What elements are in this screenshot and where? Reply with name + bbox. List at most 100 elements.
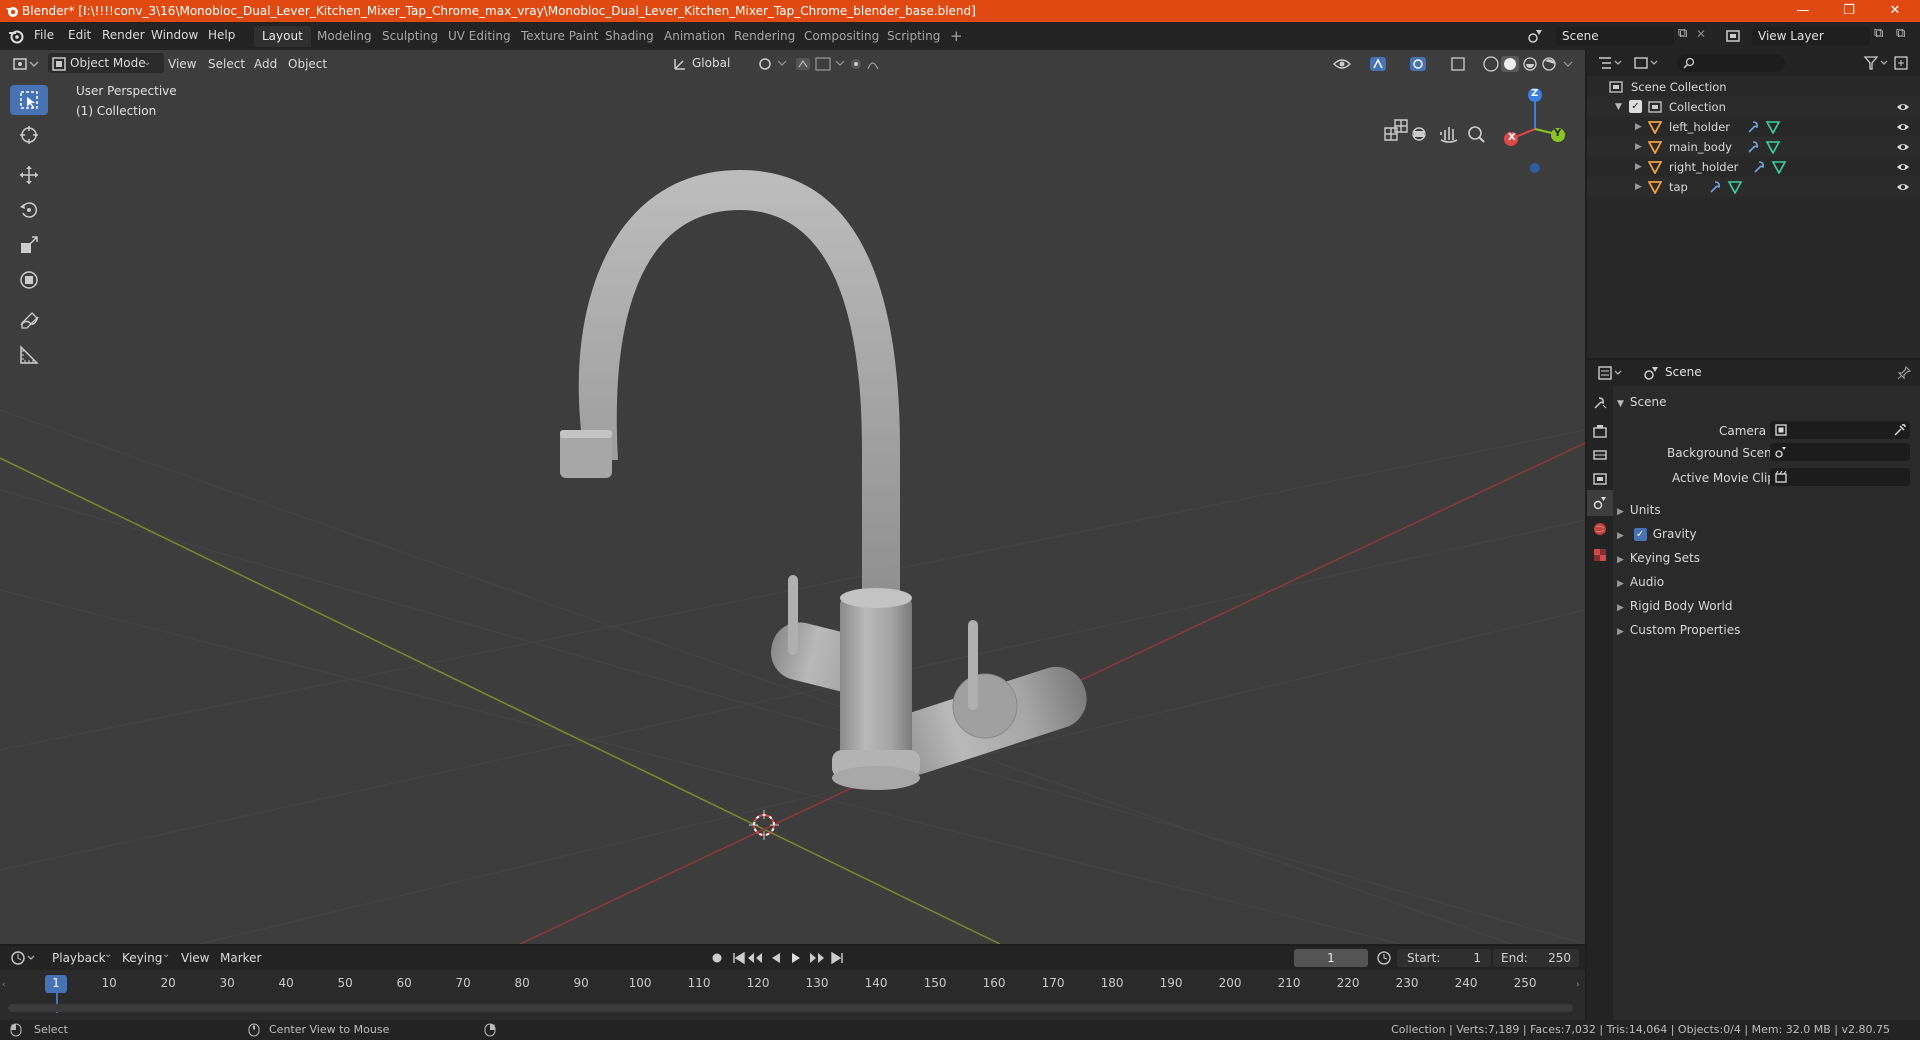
view-layer-icon[interactable] (1725, 27, 1743, 45)
menu-playback[interactable]: Playback (52, 948, 106, 968)
expand-arrow-icon[interactable]: ▶ (1635, 117, 1642, 137)
tool-tab-icon[interactable] (1593, 396, 1607, 410)
scene-name-field[interactable]: Scene (1556, 27, 1674, 45)
close-button[interactable]: ✕ (1872, 0, 1918, 22)
tab-rendering[interactable]: Rendering (726, 26, 803, 47)
navigation-buttons[interactable] (1379, 122, 1499, 146)
modifier-mesh-icons[interactable] (1747, 140, 1783, 154)
minimize-button[interactable]: — (1780, 0, 1826, 22)
tap-model[interactable] (560, 170, 1094, 790)
world-tab-icon[interactable] (1593, 522, 1607, 536)
display-mode-icon[interactable] (1633, 55, 1661, 71)
new-view-layer-icon[interactable]: ⧉ (1874, 26, 1883, 41)
output-tab-icon[interactable] (1593, 448, 1607, 462)
timeline-editor-icon[interactable] (10, 950, 38, 966)
select-box-tool[interactable] (10, 85, 48, 115)
remove-view-layer-icon[interactable]: ⧉ (1896, 26, 1905, 41)
audio-panel[interactable]: ▶ Audio (1617, 570, 1917, 594)
collapse-arrow-icon[interactable]: ▼ (1615, 97, 1622, 117)
outliner-object-main-body[interactable]: ▶ main_body (1587, 137, 1920, 157)
restore-button[interactable]: ❐ (1826, 0, 1872, 22)
tab-compositing[interactable]: Compositing (796, 26, 887, 47)
scene-selector-icon[interactable] (1527, 27, 1545, 45)
measure-tool[interactable] (10, 340, 48, 370)
menu-object[interactable]: Object (288, 54, 327, 74)
3d-cursor-icon[interactable] (749, 810, 779, 840)
menu-view[interactable]: View (168, 54, 196, 74)
scene-tab[interactable] (1587, 490, 1613, 516)
eye-icon[interactable] (1896, 101, 1910, 113)
timeline-scrollbar[interactable] (8, 1004, 1573, 1012)
scroll-left-icon[interactable]: ‹ (2, 980, 6, 990)
menu-view[interactable]: View (181, 948, 209, 968)
properties-editor-icon[interactable] (1597, 365, 1625, 381)
menu-keying[interactable]: Keying (122, 948, 162, 968)
active-movie-clip-field[interactable] (1770, 468, 1910, 486)
tab-layout[interactable]: Layout (254, 26, 311, 47)
cursor-tool[interactable] (10, 120, 48, 150)
eye-icon[interactable] (1896, 141, 1910, 153)
outliner-object-left-holder[interactable]: ▶ left_holder (1587, 117, 1920, 137)
modifier-mesh-icons[interactable] (1709, 180, 1745, 194)
view-layer-tab-icon[interactable] (1593, 472, 1607, 486)
menu-edit[interactable]: Edit (68, 28, 91, 42)
annotate-tool[interactable] (10, 305, 48, 335)
move-tool[interactable] (10, 160, 48, 190)
custom-properties-panel[interactable]: ▶ Custom Properties (1617, 618, 1917, 642)
gravity-checkbox[interactable]: ✓ (1633, 528, 1647, 541)
outliner-editor-icon[interactable] (1597, 55, 1625, 71)
delete-scene-icon[interactable]: ✕ (1696, 27, 1706, 41)
modifier-mesh-icons[interactable] (1747, 120, 1783, 134)
menu-select[interactable]: Select (208, 54, 245, 74)
menu-help[interactable]: Help (208, 28, 235, 42)
keying-sets-panel[interactable]: ▶ Keying Sets (1617, 546, 1917, 570)
outliner-collection[interactable]: ▼ ✓ Collection (1587, 97, 1920, 117)
expand-arrow-icon[interactable]: ▶ (1635, 177, 1642, 197)
background-scene-field[interactable] (1770, 443, 1910, 461)
tab-sculpting[interactable]: Sculpting (374, 26, 446, 47)
tab-modeling[interactable]: Modeling (309, 26, 380, 47)
rigid-body-world-panel[interactable]: ▶ Rigid Body World (1617, 594, 1917, 618)
tab-shading[interactable]: Shading (597, 26, 662, 47)
viewport-navigation-icons[interactable] (1385, 80, 1445, 290)
units-panel[interactable]: ▶ Units (1617, 498, 1917, 522)
render-tab-icon[interactable] (1593, 424, 1607, 438)
3d-viewport[interactable]: Object Mode ⌄ View Select Add Object Glo… (0, 50, 1585, 944)
modifier-mesh-icons[interactable] (1753, 160, 1789, 174)
timeline-frames-area[interactable]: 1 10 20 30 40 50 60 70 80 90 100 110 120 130 140 150 160… (0, 970, 1585, 1020)
scroll-right-icon[interactable]: › (1576, 980, 1580, 990)
menu-add[interactable]: Add (254, 54, 277, 74)
start-frame-field[interactable]: Start: 1 (1397, 949, 1491, 967)
outliner-search-input[interactable] (1677, 54, 1785, 72)
blender-menu-icon[interactable] (8, 28, 24, 44)
outliner-object-right-holder[interactable]: ▶ right_holder (1587, 157, 1920, 177)
outliner-scene-collection[interactable]: Scene Collection (1587, 77, 1920, 97)
tab-scripting[interactable]: Scripting (879, 26, 948, 47)
view-layer-field[interactable]: View Layer (1752, 27, 1870, 45)
eye-icon[interactable] (1896, 161, 1910, 173)
tab-animation[interactable]: Animation (656, 26, 733, 47)
scene-section-header[interactable]: ▼ Scene (1617, 390, 1917, 414)
new-scene-icon[interactable]: ⧉ (1678, 26, 1687, 41)
add-workspace-button[interactable]: + (942, 26, 971, 47)
tab-texture-paint[interactable]: Texture Paint (513, 26, 606, 47)
gravity-panel[interactable]: ▶ ✓ Gravity (1617, 522, 1917, 546)
filter-icon[interactable] (1863, 55, 1913, 71)
pin-icon[interactable] (1897, 366, 1911, 380)
editor-type-icon[interactable] (12, 55, 40, 73)
menu-window[interactable]: Window (151, 28, 198, 42)
menu-render[interactable]: Render (102, 28, 145, 42)
camera-field[interactable] (1770, 421, 1910, 439)
tab-uv-editing[interactable]: UV Editing (440, 26, 519, 47)
preview-range-icon[interactable] (1376, 950, 1392, 966)
rotate-tool[interactable] (10, 195, 48, 225)
eye-icon[interactable] (1896, 181, 1910, 193)
snapping-tools-icon[interactable] (756, 55, 886, 73)
expand-arrow-icon[interactable]: ▶ (1635, 157, 1642, 177)
end-frame-field[interactable]: End: 250 (1493, 949, 1579, 967)
scale-tool[interactable] (10, 230, 48, 260)
eye-icon[interactable] (1896, 121, 1910, 133)
texture-tab-icon[interactable] (1593, 548, 1607, 562)
viewport-shading-controls[interactable] (1330, 54, 1580, 74)
outliner-object-tap[interactable]: ▶ tap (1587, 177, 1920, 197)
